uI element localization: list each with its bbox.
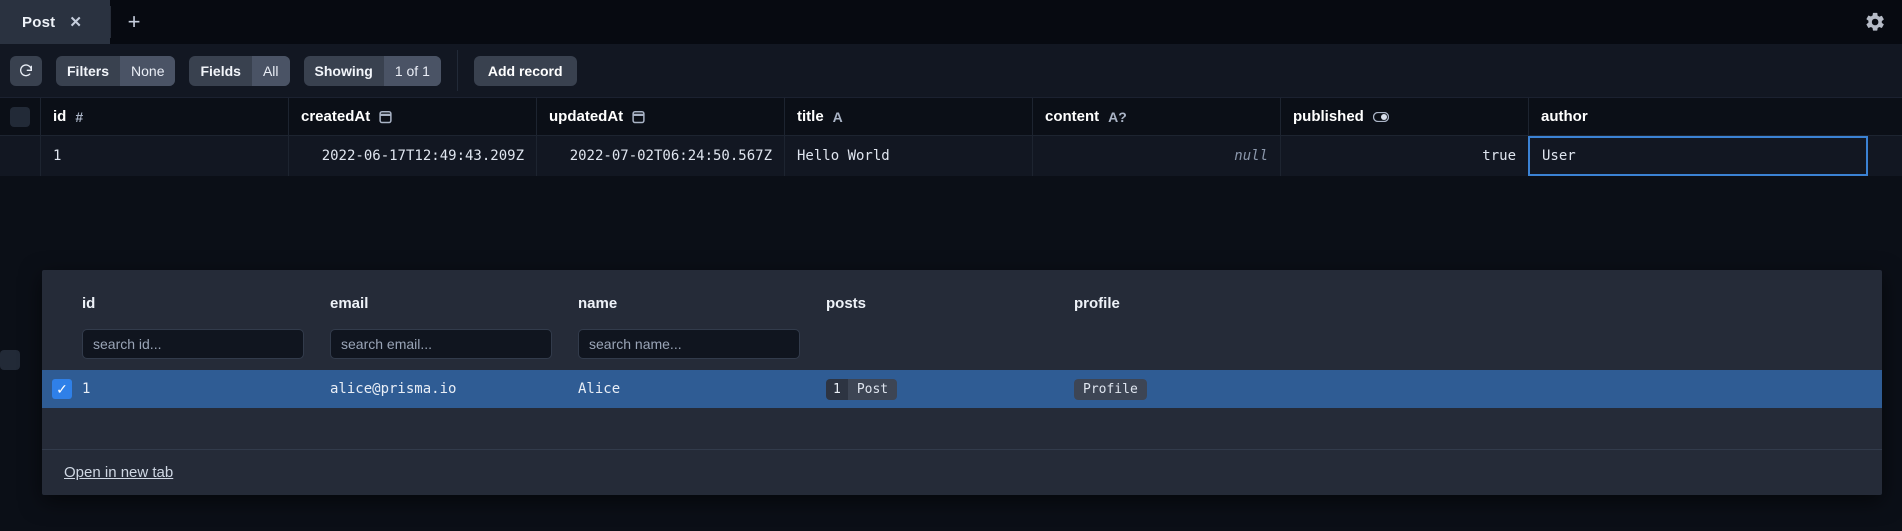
popup-search-id-wrap [82,329,330,359]
cell-author[interactable]: User [1528,136,1868,176]
popup-column-profile: profile [1074,295,1120,312]
tab-label: Post [22,13,56,31]
refresh-icon [20,63,32,76]
select-all-checkbox[interactable] [10,106,30,127]
column-label: author [1541,108,1588,125]
toggle-icon [1372,111,1389,122]
column-header-createdat[interactable]: createdAt [288,98,536,135]
table-row[interactable]: 1 2022-06-17T12:49:43.209Z 2022-07-02T06… [0,136,1902,176]
cell-published[interactable]: true [1280,136,1528,176]
popup-cell-email: alice@prisma.io [330,381,457,397]
checkbox-checked-icon[interactable]: ✓ [52,379,72,399]
column-header-content[interactable]: content A? [1032,98,1280,135]
tab-post[interactable]: Post ✕ [0,0,110,44]
showing-label: Showing [314,62,373,79]
column-label: createdAt [301,108,371,125]
popup-row-checkbox-wrap[interactable]: ✓ [42,379,82,399]
popup-column-id: id [82,295,96,312]
refresh-button[interactable] [10,55,42,86]
grid-header-row: id # createdAt updatedAt title A content… [0,98,1902,136]
filters-button[interactable]: Filters None [56,55,176,86]
fields-button[interactable]: Fields All [189,55,290,86]
open-in-new-tab-link[interactable]: Open in new tab [64,464,173,481]
cell-title[interactable]: Hello World [784,136,1032,176]
popup-header-row: id email name posts profile [42,270,1882,318]
filters-label: Filters [67,62,110,79]
toolbar: Filters None Fields All Showing 1 of 1 A… [0,44,1902,98]
profile-badge[interactable]: Profile [1074,378,1147,400]
popup-search-email-wrap [330,329,578,359]
popup-empty-space [42,408,1882,449]
showing-value: 1 of 1 [383,55,441,86]
column-label: title [797,108,824,125]
cell-content[interactable]: null [1032,136,1280,176]
optional-text-type-icon: A? [1108,108,1127,125]
column-header-published[interactable]: published [1280,98,1528,135]
popup-list-item[interactable]: ✓ 1 alice@prisma.io Alice 1 Post Profile [42,370,1882,408]
search-email-input[interactable] [330,329,552,359]
showing-button[interactable]: Showing 1 of 1 [303,55,441,86]
column-label: content [1045,108,1100,125]
popup-cell-id: 1 [82,381,91,397]
fields-label: Fields [200,62,241,79]
popup-column-posts: posts [826,295,867,312]
profile-label: Profile [1074,378,1147,400]
column-label: id [53,108,67,125]
text-type-icon: A [832,108,843,125]
popup-search-name-wrap [578,329,826,359]
posts-badge[interactable]: 1 Post [826,378,898,400]
popup-column-email: email [330,295,369,312]
cell-createdat[interactable]: 2022-06-17T12:49:43.209Z [288,136,536,176]
popup-cell-profile: Profile [1074,378,1474,400]
app-window: Post ✕ + Filters None Fields All Showing [0,0,1902,531]
column-label: published [1293,108,1364,125]
calendar-icon [379,110,392,124]
tab-bar: Post ✕ + [0,0,1902,44]
posts-count: 1 [826,378,848,400]
column-header-id[interactable]: id # [40,98,288,135]
gear-icon[interactable] [1864,11,1886,33]
column-header-author[interactable]: author [1528,98,1868,135]
popup-search-row [42,318,1882,370]
search-id-input[interactable] [82,329,304,359]
filters-value: None [120,55,176,86]
popup-column-name: name [578,295,618,312]
row-gutter[interactable] [0,136,40,176]
toolbar-divider [456,50,458,91]
popup-cell-posts: 1 Post [826,378,1074,400]
popup-cell-name: Alice [578,381,621,397]
row-select-handle[interactable] [0,350,20,370]
popup-footer: Open in new tab [42,449,1882,495]
calendar-icon [632,110,645,124]
column-label: updatedAt [549,108,624,125]
cell-updatedat[interactable]: 2022-07-02T06:24:50.567Z [536,136,784,176]
hash-icon: # [75,108,84,125]
relation-popup-panel: id email name posts profile search id...… [42,270,1882,495]
cell-id[interactable]: 1 [40,136,288,176]
column-header-title[interactable]: title A [784,98,1032,135]
add-record-button[interactable]: Add record [473,55,577,86]
posts-label: Post [847,378,898,400]
data-grid: id # createdAt updatedAt title A content… [0,98,1902,495]
add-tab-button[interactable]: + [111,0,157,44]
search-name-input[interactable] [578,329,800,359]
select-all-gutter[interactable] [0,98,40,135]
close-icon[interactable]: ✕ [69,15,82,30]
column-header-updatedat[interactable]: updatedAt [536,98,784,135]
fields-value: All [251,55,290,86]
